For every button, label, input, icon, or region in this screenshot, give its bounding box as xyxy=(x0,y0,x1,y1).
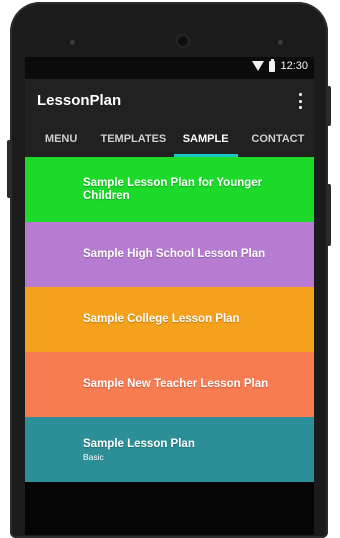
tab-bar: MENU TEMPLATES SAMPLE CONTACT xyxy=(25,123,314,157)
sensor-right xyxy=(278,40,283,45)
list-item[interactable]: Sample High School Lesson Plan xyxy=(25,222,314,287)
list-item-title: Sample Lesson Plan xyxy=(83,437,195,450)
tab-sample[interactable]: SAMPLE xyxy=(170,123,242,157)
side-button xyxy=(327,184,331,246)
list-item-title: Sample High School Lesson Plan xyxy=(83,248,266,260)
app-bar: LessonPlan xyxy=(25,79,314,123)
sample-list: Sample Lesson Plan for Younger Children … xyxy=(25,157,314,482)
list-item[interactable]: Sample Lesson Plan for Younger Children xyxy=(25,157,314,222)
status-bar: 12:30 xyxy=(25,57,314,79)
list-item[interactable]: Sample Lesson Plan Basic xyxy=(25,417,314,482)
list-item-subtitle: Basic xyxy=(83,451,104,462)
status-icons: 12:30 xyxy=(252,58,308,72)
status-time: 12:30 xyxy=(280,60,308,72)
app-title: LessonPlan xyxy=(37,92,122,109)
tab-templates[interactable]: TEMPLATES xyxy=(97,123,169,157)
overflow-menu-icon[interactable] xyxy=(298,93,302,109)
power-button xyxy=(327,86,331,126)
list-item[interactable]: Sample College Lesson Plan xyxy=(25,287,314,352)
list-item-title: Sample New Teacher Lesson Plan xyxy=(83,378,269,390)
tab-menu[interactable]: MENU xyxy=(25,123,97,157)
list-item-title: Sample Lesson Plan for Younger Children xyxy=(83,176,263,202)
battery-icon xyxy=(269,58,276,72)
speaker xyxy=(178,36,188,46)
sensor-left xyxy=(70,40,75,45)
list-item-title: Sample College Lesson Plan xyxy=(83,313,240,325)
wifi-icon xyxy=(252,61,265,71)
screen: 12:30 LessonPlan MENU TEMPLATES SAMPLE C… xyxy=(25,57,314,535)
volume-button xyxy=(7,140,11,198)
list-item[interactable]: Sample New Teacher Lesson Plan xyxy=(25,352,314,417)
tab-contact[interactable]: CONTACT xyxy=(242,123,314,157)
